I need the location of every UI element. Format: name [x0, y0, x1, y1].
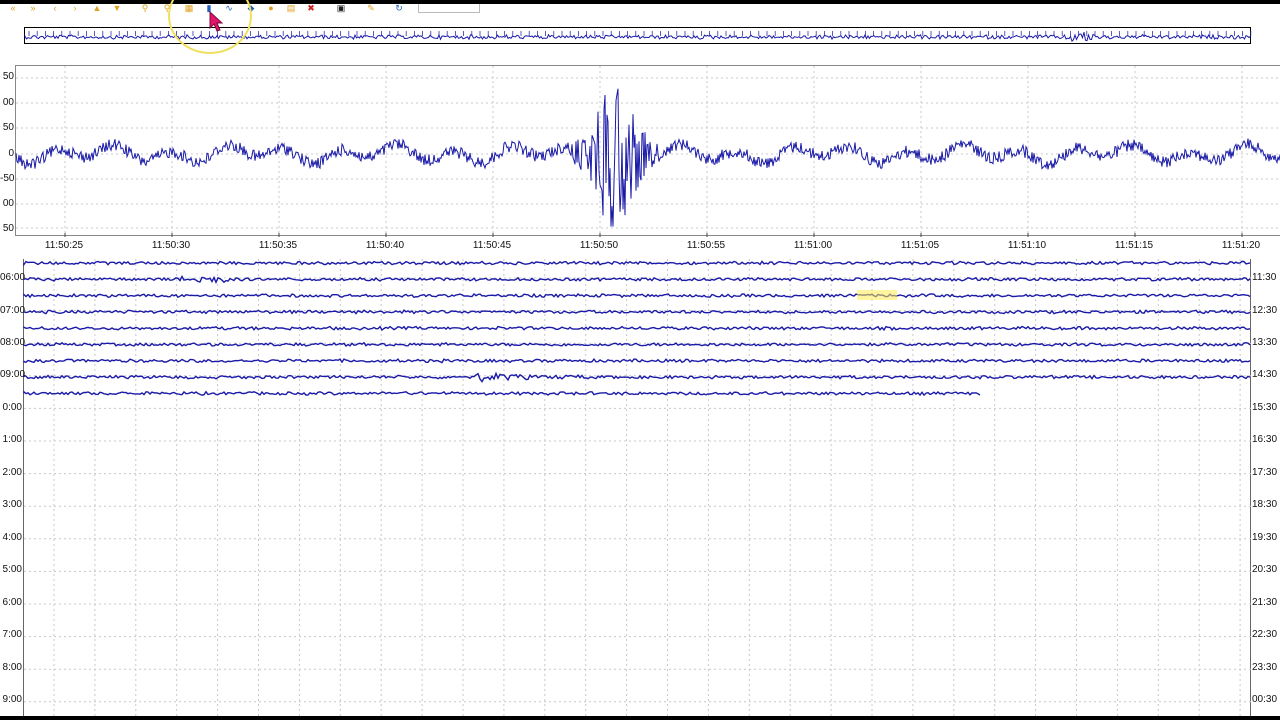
detail-waveform-trace: [15, 88, 1280, 227]
rewind-icon[interactable]: «: [8, 4, 18, 13]
helicorder-trace: [23, 341, 1251, 347]
helicorder-left-time-label: 07:00: [0, 305, 26, 316]
event-highlight: [857, 290, 897, 300]
list-icon[interactable]: ▤: [286, 4, 296, 13]
back-icon[interactable]: ›: [70, 4, 80, 13]
detail-y-tick-label: -50: [0, 173, 15, 184]
detail-x-tick-label: 11:50:30: [151, 240, 191, 251]
detail-x-tick-label: 11:50:25: [44, 240, 84, 251]
camera-icon[interactable]: ▣: [336, 4, 346, 13]
zoom-out-icon[interactable]: ⚲: [162, 4, 172, 13]
helicorder-left-time-label: 0:00: [2, 402, 22, 413]
helicorder-trace: [23, 325, 1251, 332]
helicorder-right-time-label: 14:30: [1252, 369, 1278, 380]
helicorder-left-time-label: 2:00: [2, 467, 22, 478]
detail-y-tick-label: 00: [2, 97, 14, 108]
refresh-icon[interactable]: ↻: [394, 4, 404, 13]
helicorder-trace: [23, 292, 1251, 299]
helicorder-left-time-label: 8:00: [2, 662, 22, 673]
helicorder-left-time-label: 3:00: [2, 499, 22, 510]
toolbar-dropdown[interactable]: [418, 4, 480, 13]
helicorder-right-time-label: 19:30: [1252, 532, 1278, 543]
helicorder-right-time-label: 17:30: [1252, 467, 1278, 478]
helicorder-trace: [23, 357, 1251, 364]
detail-x-tick-label: 11:50:45: [472, 240, 512, 251]
helicorder-right-time-label: 20:30: [1252, 564, 1278, 575]
detail-waveform-panel[interactable]: [15, 65, 1280, 237]
helicorder-left-time-label: 06:00: [0, 272, 26, 283]
helicorder-trace: [23, 274, 1251, 285]
helicorder-trace: [23, 371, 1251, 383]
helicorder-right-time-label: 16:30: [1252, 434, 1278, 445]
pencil-icon[interactable]: ✎: [366, 4, 376, 13]
helicorder-right-time-label: 15:30: [1252, 402, 1278, 413]
helicorder-right-time-label: 21:30: [1252, 597, 1278, 608]
up-icon[interactable]: ▲: [92, 4, 102, 13]
line-chart-icon[interactable]: ∿: [224, 4, 234, 13]
helicorder-trace: [23, 260, 1251, 267]
helicorder-right-time-label: 11:30: [1252, 272, 1277, 283]
filter-icon[interactable]: ◆: [246, 4, 256, 13]
helicorder-panel[interactable]: [23, 259, 1252, 720]
helicorder-left-time-label: 5:00: [2, 564, 22, 575]
helicorder-left-time-label: 09:00: [0, 369, 26, 380]
step-back-icon[interactable]: ‹: [50, 4, 60, 13]
helicorder-right-time-label: 23:30: [1252, 662, 1278, 673]
helicorder-left-time-label: 4:00: [2, 532, 22, 543]
helicorder-trace: [23, 390, 981, 397]
helicorder-trace: [23, 309, 1251, 315]
helicorder-right-time-label: 00:30: [1252, 694, 1278, 705]
detail-x-tick-label: 11:51:15: [1114, 240, 1154, 251]
detail-x-tick-label: 11:50:35: [258, 240, 298, 251]
detail-y-tick-label: 0: [8, 148, 14, 159]
detail-x-tick-label: 11:50:40: [365, 240, 405, 251]
detail-y-tick-label: 00: [2, 198, 14, 209]
zoom-in-icon[interactable]: ⚲: [140, 4, 150, 13]
detail-x-tick-label: 11:51:00: [793, 240, 833, 251]
helicorder-svg: [23, 259, 1252, 720]
detail-x-tick-label: 11:50:55: [686, 240, 726, 251]
helicorder-left-time-label: 1:00: [2, 434, 22, 445]
table-icon[interactable]: ▦: [184, 4, 194, 13]
helicorder-left-time-label: 9:00: [2, 694, 22, 705]
helicorder-right-time-label: 18:30: [1252, 499, 1278, 510]
toolbar: «» ‹ › ▲ ▼ ⚲ ⚲ ▦ ▮ ∿ ◆ ● ▤ ✖ ▣ ✎ ↻: [0, 4, 1280, 16]
detail-y-tick-label: 50: [2, 122, 14, 133]
helicorder-right-time-label: 13:30: [1252, 337, 1278, 348]
fast-back-icon[interactable]: »: [28, 4, 38, 13]
helicorder-left-time-label: 7:00: [2, 629, 22, 640]
window-bottom-edge: [0, 716, 1280, 720]
helicorder-left-time-label: 6:00: [2, 597, 22, 608]
down-icon[interactable]: ▼: [112, 4, 122, 13]
detail-x-tick-label: 11:51:20: [1221, 240, 1261, 251]
detail-x-tick-label: 11:51:10: [1007, 240, 1047, 251]
helicorder-right-time-label: 12:30: [1252, 305, 1278, 316]
detail-waveform-svg: [15, 66, 1280, 237]
detail-x-tick-label: 11:51:05: [900, 240, 940, 251]
detail-y-tick-label: 50: [2, 71, 14, 82]
delete-icon[interactable]: ✖: [306, 4, 316, 13]
mouse-cursor-icon: [209, 10, 224, 32]
marker-icon[interactable]: ●: [266, 4, 276, 13]
detail-x-tick-label: 11:50:50: [579, 240, 619, 251]
helicorder-right-time-label: 22:30: [1252, 629, 1278, 640]
helicorder-left-time-label: 08:00: [0, 337, 26, 348]
detail-y-tick-label: 50: [2, 223, 14, 234]
